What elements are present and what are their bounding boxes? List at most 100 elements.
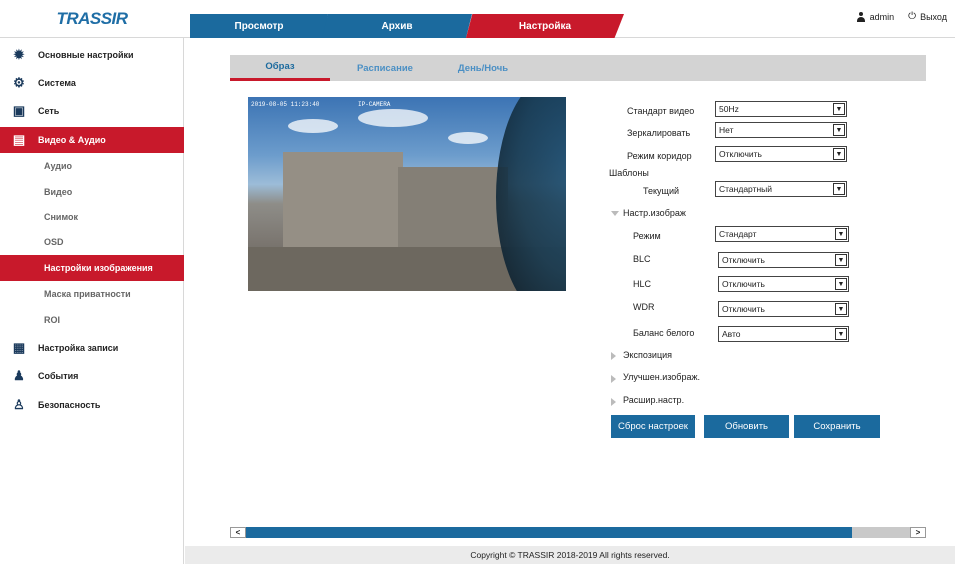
label-wdr: WDR xyxy=(633,302,655,312)
select-current[interactable]: Стандартный ▼ xyxy=(715,181,847,197)
sidebar-item-audio[interactable]: Аудио xyxy=(0,153,184,179)
user-area: admin ⏻ Выход xyxy=(856,12,947,22)
label-exposure[interactable]: Экспозиция xyxy=(623,350,672,360)
chevron-down-icon: ▼ xyxy=(833,124,845,136)
lens-edge xyxy=(496,97,566,291)
select-value: Отключить xyxy=(722,304,765,314)
logout-button[interactable]: ⏻ Выход xyxy=(908,11,947,23)
scroll-right-icon[interactable]: > xyxy=(910,527,926,538)
chevron-down-icon: ▼ xyxy=(833,148,845,160)
expand-right-icon[interactable] xyxy=(611,398,616,406)
scroll-left-icon[interactable]: < xyxy=(230,527,246,538)
label-hlc: HLC xyxy=(633,279,652,289)
sidebar-item-basic[interactable]: ✹ Основные настройки xyxy=(0,42,184,68)
cloud-shape xyxy=(448,132,488,144)
tab-view[interactable]: Просмотр xyxy=(190,14,328,38)
main-nav: Просмотр Архив Настройка xyxy=(184,14,624,38)
tab-schedule[interactable]: Расписание xyxy=(340,55,430,81)
sidebar-item-roi[interactable]: ROI xyxy=(0,307,184,333)
sidebar: ✹ Основные настройки ⚙ Система ▣ Сеть ▤ … xyxy=(0,38,184,564)
user-icon xyxy=(856,12,866,22)
label-white-balance: Баланс белого xyxy=(633,328,695,338)
save-icon: ▦ xyxy=(12,340,26,355)
reset-button[interactable]: Сброс настроек xyxy=(611,415,695,438)
label-advanced[interactable]: Расшир.настр. xyxy=(623,395,684,405)
label-blc: BLC xyxy=(633,254,651,264)
chevron-down-icon: ▼ xyxy=(835,328,847,340)
sidebar-item-osd[interactable]: OSD xyxy=(0,229,184,255)
select-mode[interactable]: Стандарт ▼ xyxy=(715,226,849,242)
bell-icon: ♟ xyxy=(13,368,25,383)
chevron-down-icon: ▼ xyxy=(833,183,845,195)
select-mirror[interactable]: Нет ▼ xyxy=(715,122,847,138)
chevron-down-icon: ▼ xyxy=(835,303,847,315)
select-value: Стандарт xyxy=(719,229,757,239)
label-image-settings[interactable]: Настр.изображ xyxy=(623,208,686,218)
select-value: Авто xyxy=(722,329,741,339)
chevron-down-icon: ▼ xyxy=(833,103,845,115)
gears-icon: ⚙ xyxy=(13,75,25,90)
sidebar-item-label: События xyxy=(38,371,79,381)
network-icon: ▣ xyxy=(12,103,26,118)
logo-label: TRASSIR xyxy=(56,9,128,28)
sidebar-item-video[interactable]: Видео xyxy=(0,179,184,205)
select-white-balance[interactable]: Авто ▼ xyxy=(718,326,849,342)
select-hlc[interactable]: Отключить ▼ xyxy=(718,276,849,292)
select-corridor[interactable]: Отключить ▼ xyxy=(715,146,847,162)
sidebar-item-snapshot[interactable]: Снимок xyxy=(0,204,184,230)
label-current: Текущий xyxy=(643,186,679,196)
label-mirror: Зеркалировать xyxy=(627,128,691,138)
chevron-down-icon: ▼ xyxy=(835,254,847,266)
osd-camera-name: IP-CAMERA xyxy=(358,101,391,108)
sidebar-item-privacy-mask[interactable]: Маска приватности xyxy=(0,281,184,307)
top-header: TRASSIR Просмотр Архив Настройка admin ⏻… xyxy=(0,0,955,38)
logout-label: Выход xyxy=(920,12,947,22)
power-icon: ⏻ xyxy=(908,11,917,22)
sidebar-item-label: Сеть xyxy=(38,106,60,116)
sidebar-item-video-audio[interactable]: ▤ Видео & Аудио xyxy=(0,127,184,153)
save-button[interactable]: Сохранить xyxy=(794,415,880,438)
select-value: 50Hz xyxy=(719,104,739,114)
select-value: Стандартный xyxy=(719,184,773,194)
user-menu[interactable]: admin xyxy=(856,12,894,22)
subtabs: Образ Расписание День/Ночь xyxy=(230,55,926,81)
sidebar-item-system[interactable]: ⚙ Система xyxy=(0,70,184,96)
logo: TRASSIR xyxy=(0,0,184,38)
sidebar-item-recording[interactable]: ▦ Настройка записи xyxy=(0,335,184,361)
chevron-down-icon: ▼ xyxy=(835,278,847,290)
select-blc[interactable]: Отключить ▼ xyxy=(718,252,849,268)
sidebar-item-label: Видео & Аудио xyxy=(38,135,106,145)
logo-text: TRASSIR xyxy=(56,9,128,29)
cloud-shape xyxy=(358,109,428,127)
gear-icon: ✹ xyxy=(13,47,25,62)
select-value: Нет xyxy=(719,125,734,135)
copyright-text: Copyright © TRASSIR 2018-2019 All rights… xyxy=(470,550,670,560)
select-wdr[interactable]: Отключить ▼ xyxy=(718,301,849,317)
select-value: Отключить xyxy=(722,279,765,289)
select-video-standard[interactable]: 50Hz ▼ xyxy=(715,101,847,117)
sidebar-item-image-settings[interactable]: Настройки изображения xyxy=(0,255,184,281)
tab-day-night[interactable]: День/Ночь xyxy=(438,55,528,81)
expand-right-icon[interactable] xyxy=(611,375,616,383)
sidebar-item-label: Настройка записи xyxy=(38,343,119,353)
sidebar-item-events[interactable]: ♟ События xyxy=(0,363,184,389)
sidebar-item-label: Система xyxy=(38,78,76,88)
label-enhance[interactable]: Улучшен.изображ. xyxy=(623,372,700,382)
sidebar-item-label: Безопасность xyxy=(38,400,101,410)
expand-right-icon[interactable] xyxy=(611,352,616,360)
label-video-standard: Стандарт видео xyxy=(627,106,695,116)
select-value: Отключить xyxy=(722,255,765,265)
label-corridor: Режим коридор xyxy=(627,151,692,161)
tab-archive[interactable]: Архив xyxy=(322,14,472,38)
expand-down-icon[interactable] xyxy=(611,211,619,216)
footer: Copyright © TRASSIR 2018-2019 All rights… xyxy=(185,546,955,564)
label-mode: Режим xyxy=(633,231,661,241)
refresh-button[interactable]: Обновить xyxy=(704,415,789,438)
tab-image[interactable]: Образ xyxy=(230,55,330,81)
horizontal-scrollbar[interactable]: < > xyxy=(230,527,926,538)
sidebar-item-network[interactable]: ▣ Сеть xyxy=(0,98,184,124)
sidebar-item-security[interactable]: ♙ Безопасность xyxy=(0,392,184,418)
main-content: Образ Расписание День/Ночь 2019-08-05 11… xyxy=(185,38,955,564)
tab-settings[interactable]: Настройка xyxy=(466,14,624,38)
osd-timestamp: 2019-08-05 11:23:40 xyxy=(251,101,320,108)
